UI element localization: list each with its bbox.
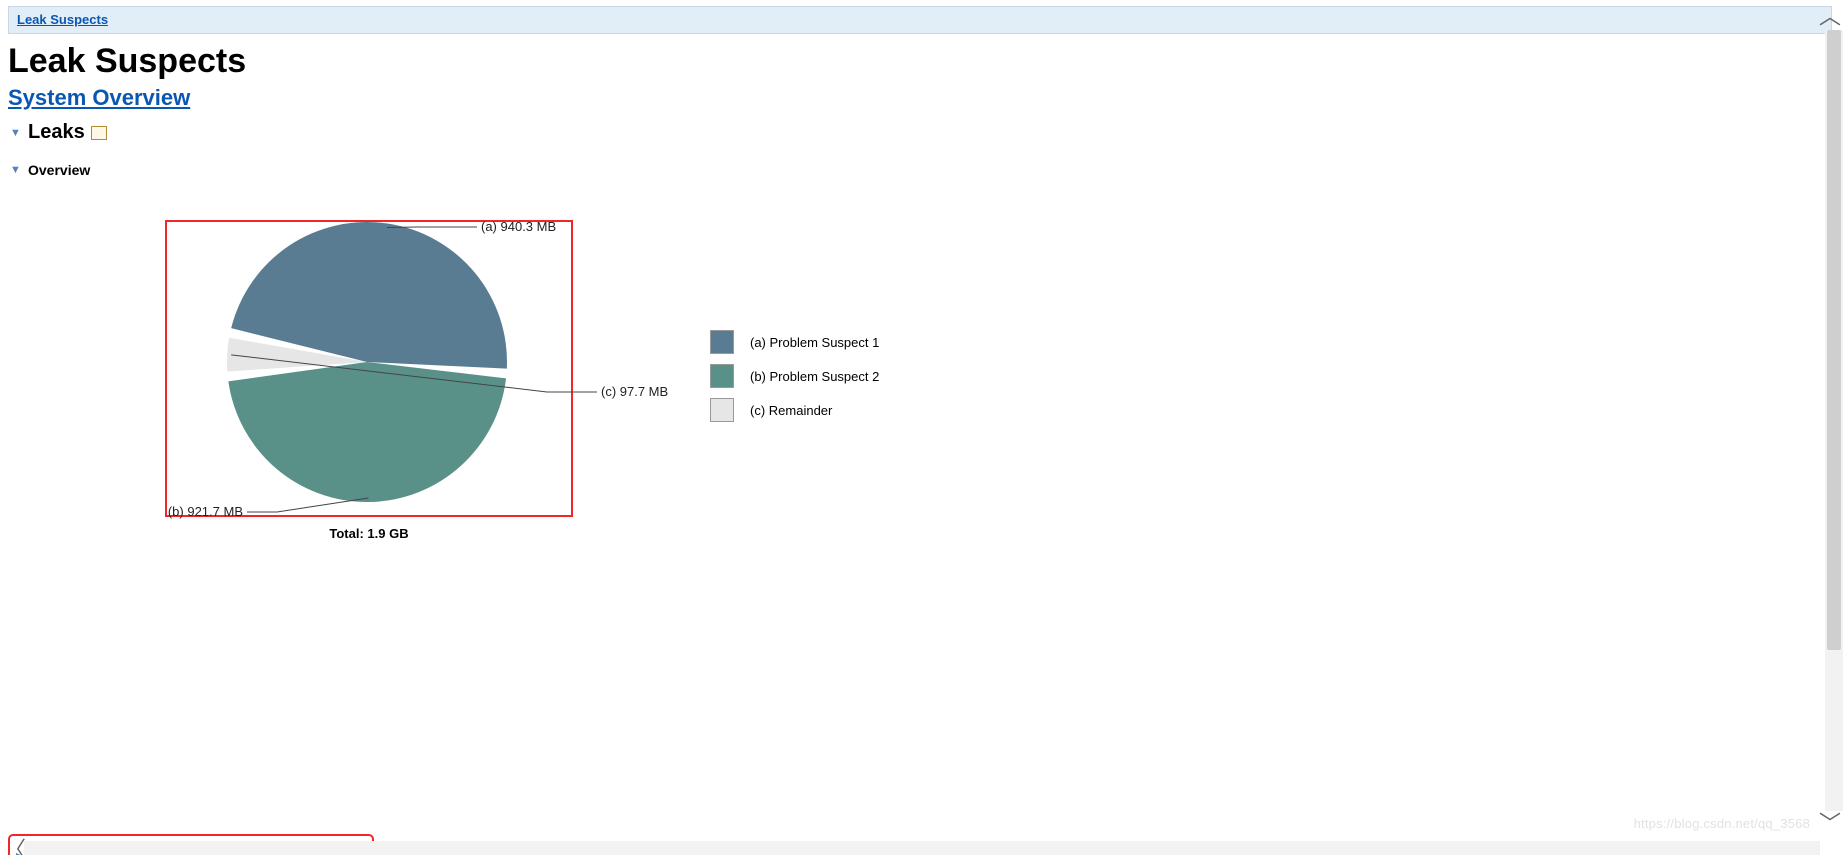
chart-legend: (a) Problem Suspect 1 (b) Problem Suspec… bbox=[710, 330, 879, 432]
svg-text:(a) 940.3 MB: (a) 940.3 MB bbox=[481, 219, 556, 234]
scroll-left-button[interactable]: 〈 bbox=[4, 841, 26, 855]
horizontal-scrollbar[interactable] bbox=[24, 841, 1820, 855]
legend-label-c: (c) Remainder bbox=[750, 403, 832, 418]
system-overview-link[interactable]: System Overview bbox=[8, 85, 190, 110]
legend-swatch-b bbox=[710, 364, 734, 388]
chart-highlight-box: (a) 940.3 MB(b) 921.7 MB(c) 97.7 MB bbox=[165, 220, 573, 517]
breadcrumb: Leak Suspects bbox=[8, 6, 1832, 34]
legend-label-b: (b) Problem Suspect 2 bbox=[750, 369, 879, 384]
legend-label-a: (a) Problem Suspect 1 bbox=[750, 335, 879, 350]
scroll-up-button[interactable]: ︿ bbox=[1819, 8, 1841, 26]
chart-area: (a) 940.3 MB (b) 921.7 MB (c) 97.7 MB Tota… bbox=[165, 220, 1844, 560]
scroll-down-button[interactable]: ﹀ bbox=[1819, 815, 1841, 833]
section-leaks-heading: Leaks bbox=[28, 121, 85, 144]
vertical-scrollbar-thumb[interactable] bbox=[1827, 30, 1841, 650]
viewport: Leak Suspects Leak Suspects System Overv… bbox=[0, 6, 1844, 855]
page-title: Leak Suspects bbox=[8, 42, 1844, 81]
svg-text:(b) 921.7 MB: (b) 921.7 MB bbox=[168, 504, 243, 519]
system-overview-heading: System Overview bbox=[8, 85, 1844, 111]
legend-item-a: (a) Problem Suspect 1 bbox=[710, 330, 879, 354]
legend-swatch-c bbox=[710, 398, 734, 422]
chart-total-label: Total: 1.9 GB bbox=[165, 526, 573, 541]
legend-swatch-a bbox=[710, 330, 734, 354]
report-icon bbox=[91, 126, 107, 140]
pie-chart: (a) 940.3 MB (b) 921.7 MB (c) 97.7 MB bbox=[77, 172, 677, 572]
watermark-text: https://blog.csdn.net/qq_3568 bbox=[1634, 816, 1810, 831]
legend-item-c: (c) Remainder bbox=[710, 398, 879, 422]
vertical-scrollbar[interactable] bbox=[1825, 30, 1843, 811]
breadcrumb-link-leak-suspects[interactable]: Leak Suspects bbox=[17, 12, 108, 27]
svg-text:(c) 97.7 MB: (c) 97.7 MB bbox=[601, 384, 668, 399]
section-leaks-row[interactable]: Leaks bbox=[10, 121, 1844, 144]
chevron-down-icon bbox=[10, 164, 24, 176]
legend-item-b: (b) Problem Suspect 2 bbox=[710, 364, 879, 388]
chevron-down-icon bbox=[10, 127, 24, 139]
